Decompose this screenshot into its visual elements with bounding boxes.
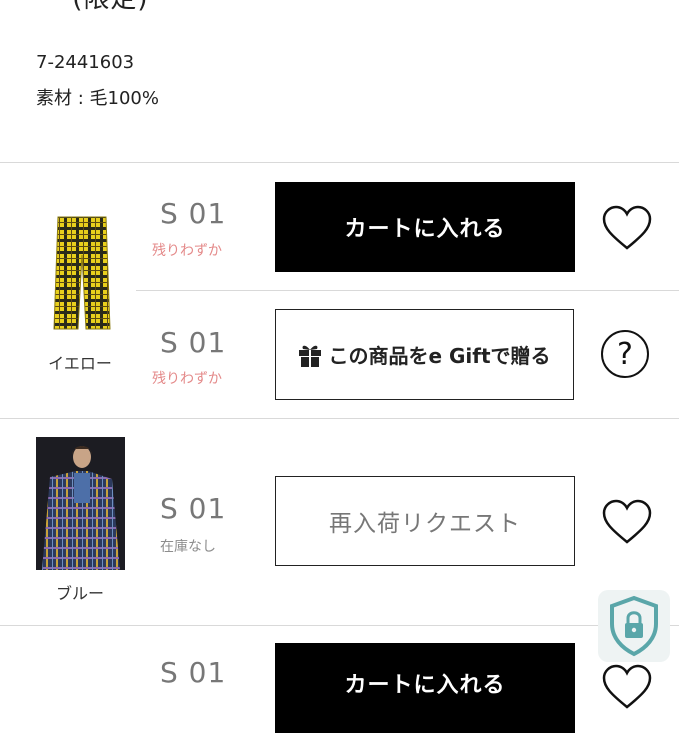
product-code: 7-2441603 (36, 52, 135, 73)
add-to-cart-button[interactable]: カートに入れる (275, 643, 575, 733)
heart-icon[interactable] (601, 663, 653, 711)
add-to-cart-button[interactable]: カートに入れる (275, 182, 575, 272)
heart-icon[interactable] (601, 498, 653, 546)
stock-status: 残りわずか (152, 243, 222, 259)
size-label: S 01 (160, 492, 227, 525)
product-title: ー (限定) (36, 0, 149, 15)
divider (136, 290, 679, 291)
gift-icon (299, 345, 322, 367)
help-icon[interactable]: ? (601, 330, 649, 378)
button-label: カートに入れる (344, 217, 506, 242)
button-label: 再入荷リクエスト (329, 511, 521, 537)
size-label: S 01 (160, 326, 227, 359)
security-badge[interactable] (598, 590, 670, 662)
shield-lock-icon (610, 595, 658, 657)
button-label: カートに入れる (344, 673, 506, 698)
divider (0, 418, 679, 419)
divider (0, 625, 679, 626)
stock-status: 残りわずか (152, 371, 222, 387)
color-label-yellow: イエロー (48, 354, 112, 373)
stock-status: 在庫なし (160, 539, 216, 555)
egift-button[interactable]: この商品をe Giftで贈る (275, 309, 574, 400)
product-image-blue[interactable] (36, 437, 125, 570)
heart-icon[interactable] (601, 204, 653, 252)
button-label: この商品をe Giftで贈る (328, 344, 551, 368)
size-label: S 01 (160, 197, 227, 230)
product-image-yellow[interactable] (52, 215, 112, 333)
divider (0, 162, 679, 163)
color-label-blue: ブルー (55, 584, 104, 603)
size-label: S 01 (160, 656, 227, 689)
material-info: 素材 : 毛100% (36, 88, 159, 109)
restock-request-button[interactable]: 再入荷リクエスト (275, 476, 575, 566)
